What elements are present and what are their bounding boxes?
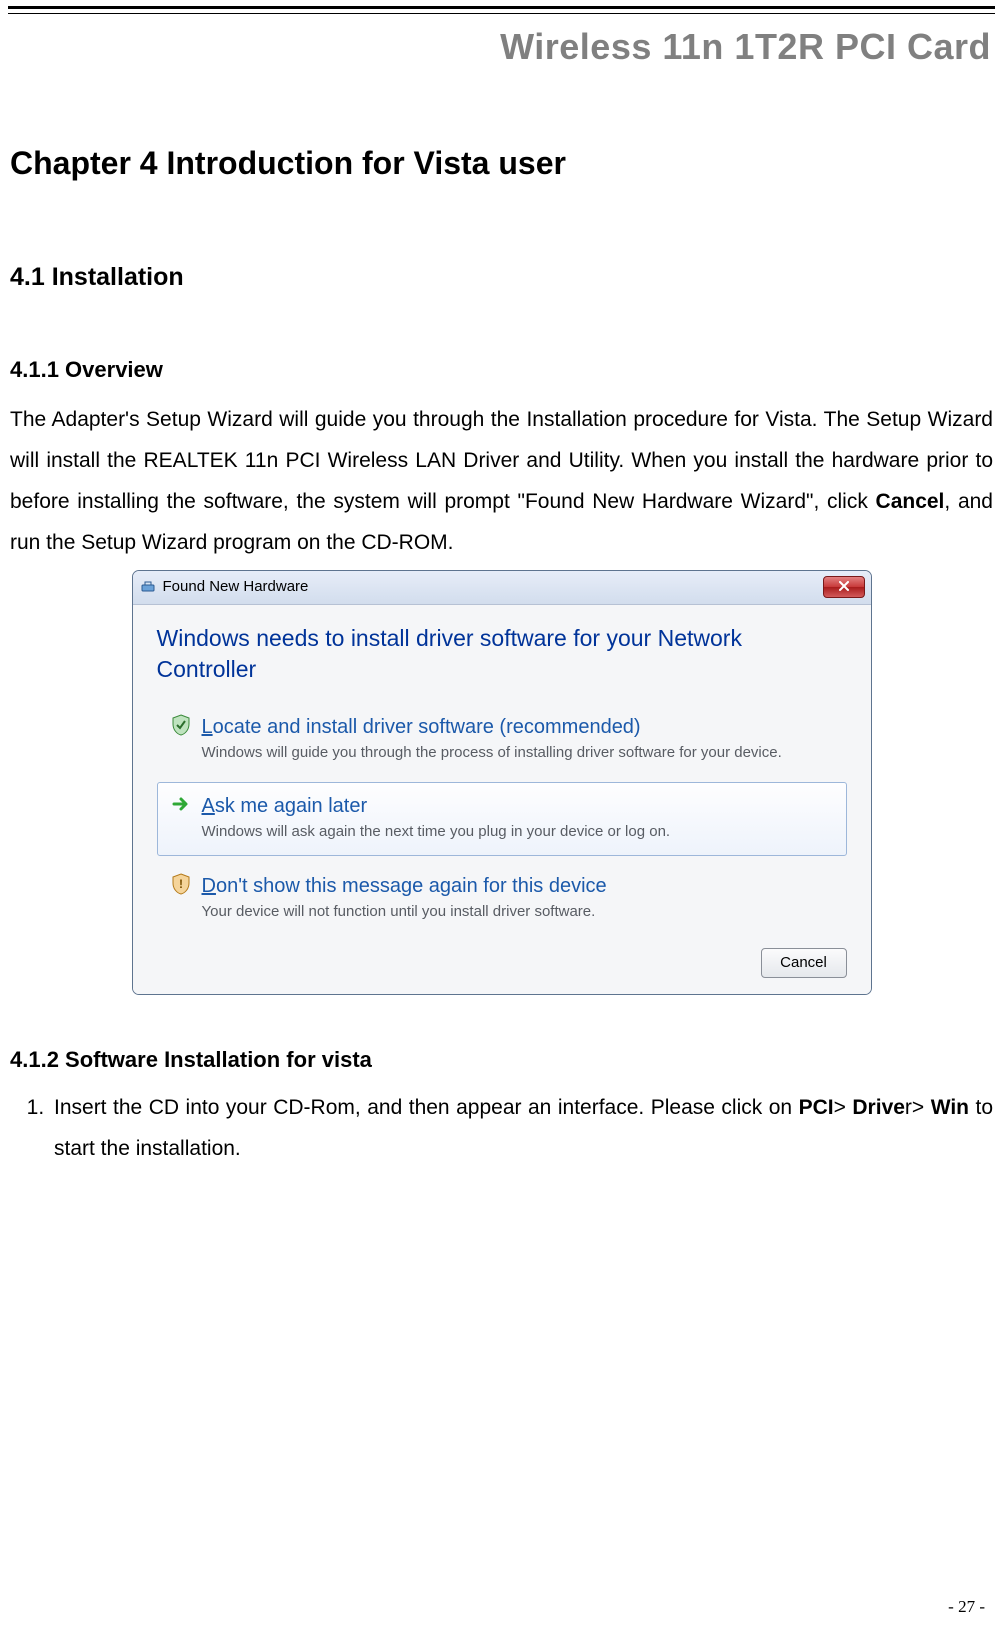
step1-sep1: > bbox=[834, 1096, 853, 1119]
dialog-title: Found New Hardware bbox=[163, 577, 309, 597]
section-4-1-2-title: 4.1.2 Software Installation for vista bbox=[8, 1039, 995, 1082]
overview-cancel-bold: Cancel bbox=[876, 490, 945, 513]
page-header-product: Wireless 11n 1T2R PCI Card bbox=[8, 12, 995, 82]
option-dont-title: Don't show this message again for this d… bbox=[202, 873, 607, 900]
step1-bold-win: Win bbox=[931, 1096, 969, 1119]
overview-paragraph: The Adapter's Setup Wizard will guide yo… bbox=[8, 400, 995, 564]
found-new-hardware-dialog: Found New Hardware Windows needs to inst… bbox=[132, 570, 872, 995]
option-dont-desc: Your device will not function until you … bbox=[202, 902, 607, 922]
option-dont-show[interactable]: ! Don't show this message again for this… bbox=[157, 862, 847, 935]
install-step-1: Insert the CD into your CD-Rom, and then… bbox=[50, 1088, 993, 1170]
chapter-title: Chapter 4 Introduction for Vista user bbox=[8, 132, 995, 194]
step1-r: r> bbox=[905, 1096, 931, 1119]
arrow-right-icon bbox=[170, 793, 192, 815]
step1-text-a: Insert the CD into your CD-Rom, and then… bbox=[54, 1096, 799, 1119]
section-4-1-title: 4.1 Installation bbox=[8, 253, 995, 302]
cancel-button[interactable]: Cancel bbox=[761, 948, 847, 978]
page-number: - 27 - bbox=[948, 1590, 985, 1623]
hardware-icon bbox=[139, 578, 157, 596]
dialog-heading: Windows needs to install driver software… bbox=[157, 623, 847, 685]
dialog-close-button[interactable] bbox=[823, 576, 865, 598]
svg-text:!: ! bbox=[179, 877, 183, 891]
option-locate-desc: Windows will guide you through the proce… bbox=[202, 743, 782, 763]
option-ask-desc: Windows will ask again the next time you… bbox=[202, 822, 671, 842]
step1-bold-pci: PCI bbox=[799, 1096, 834, 1119]
option-locate-title: Locate and install driver software (reco… bbox=[202, 714, 782, 741]
option-locate-install[interactable]: Locate and install driver software (reco… bbox=[157, 703, 847, 776]
shield-ok-icon bbox=[170, 714, 192, 736]
dialog-titlebar: Found New Hardware bbox=[133, 571, 871, 605]
shield-warn-icon: ! bbox=[170, 873, 192, 895]
close-icon bbox=[839, 579, 849, 595]
option-ask-title: Ask me again later bbox=[202, 793, 671, 820]
section-4-1-1-title: 4.1.1 Overview bbox=[8, 349, 995, 392]
step1-bold-drive: Drive bbox=[852, 1096, 905, 1119]
option-ask-later[interactable]: Ask me again later Windows will ask agai… bbox=[157, 782, 847, 855]
overview-text-a: The Adapter's Setup Wizard will guide yo… bbox=[10, 408, 993, 513]
